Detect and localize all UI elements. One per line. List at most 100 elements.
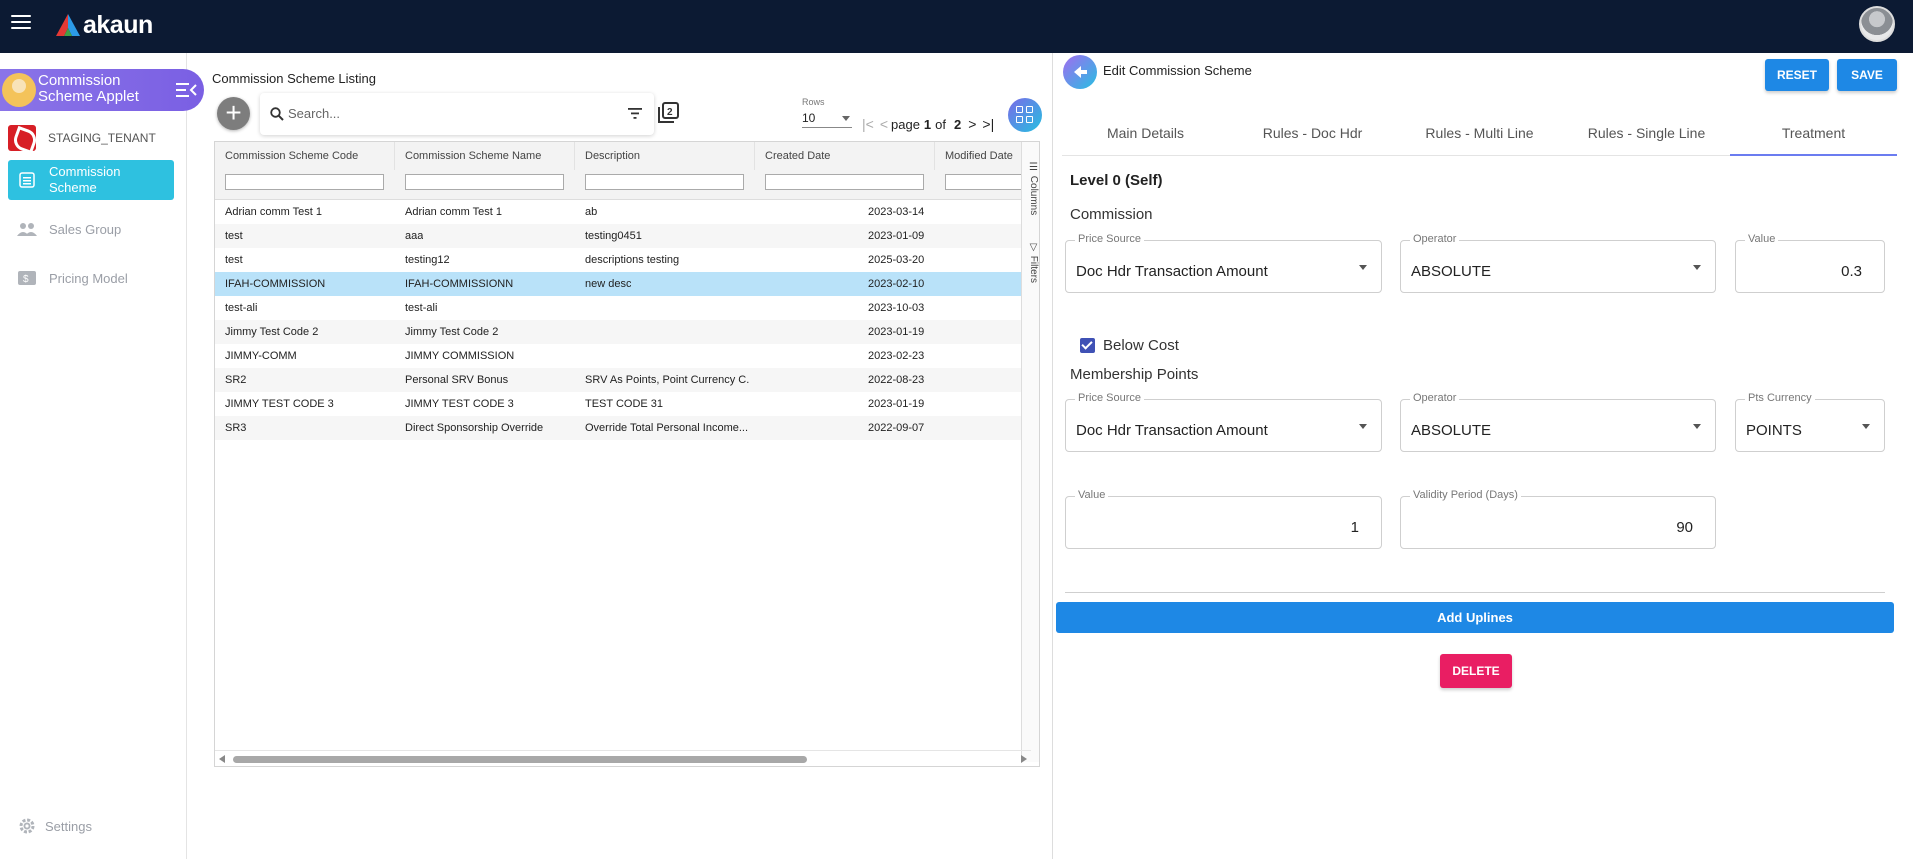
field-value: 90 bbox=[1676, 519, 1693, 536]
field-value: Doc Hdr Transaction Amount bbox=[1076, 263, 1268, 280]
table-row[interactable]: Adrian comm Test 1 Adrian comm Test 1 ab 20… bbox=[215, 200, 1031, 224]
commission-price-source-select[interactable]: Price Source Doc Hdr Transaction Amount bbox=[1065, 233, 1382, 293]
edit-panel: Edit Commission Scheme RESET SAVE Main D… bbox=[1052, 53, 1913, 859]
table-row[interactable]: test testing12 descriptions testing 2025-03… bbox=[215, 248, 1031, 272]
cell-created-date: 2023-01-19 bbox=[868, 398, 925, 410]
table-row[interactable]: JIMMY TEST CODE 3 JIMMY TEST CODE 3 TEST C… bbox=[215, 392, 1031, 416]
tenant-selector[interactable]: STAGING_TENANT bbox=[8, 125, 156, 151]
below-cost-label: Below Cost bbox=[1103, 337, 1179, 354]
divider bbox=[1065, 592, 1885, 593]
modified-date-filter-input[interactable] bbox=[945, 174, 1031, 190]
membership-price-source-select[interactable]: Price Source Doc Hdr Transaction Amount bbox=[1065, 392, 1382, 452]
scroll-left-icon[interactable] bbox=[219, 755, 225, 763]
rows-label: Rows bbox=[802, 97, 825, 107]
horizontal-scrollbar[interactable] bbox=[215, 750, 1031, 766]
tab-rules-multi-line[interactable]: Rules - Multi Line bbox=[1396, 111, 1563, 156]
add-button[interactable]: + bbox=[217, 97, 250, 130]
commission-value-field[interactable]: Value 0.3 bbox=[1735, 233, 1885, 293]
field-label: Price Source bbox=[1075, 233, 1144, 245]
table-row[interactable]: JIMMY-COMM JIMMY COMMISSION 2023-02-23 bbox=[215, 344, 1031, 368]
field-value: 1 bbox=[1350, 519, 1359, 536]
last-page-icon[interactable]: >| bbox=[982, 116, 994, 132]
copy-icon[interactable]: 2 bbox=[657, 102, 679, 124]
tab-main-details[interactable]: Main Details bbox=[1062, 111, 1229, 156]
first-page-icon[interactable]: |< bbox=[862, 116, 874, 132]
table-row[interactable]: SR2 Personal SRV Bonus SRV As Points, Poin… bbox=[215, 368, 1031, 392]
tab-treatment[interactable]: Treatment bbox=[1730, 111, 1897, 156]
svg-text:$: $ bbox=[23, 274, 29, 285]
sidebar-item-settings[interactable]: Settings bbox=[18, 817, 92, 835]
filters-side-tab[interactable]: ▽ Filters bbox=[1023, 242, 1039, 283]
add-uplines-button[interactable]: Add Uplines bbox=[1056, 602, 1894, 633]
save-button[interactable]: SAVE bbox=[1837, 59, 1897, 91]
rows-per-page-select[interactable]: 10 bbox=[802, 111, 852, 128]
column-header-code[interactable]: Commission Scheme Code bbox=[215, 142, 395, 170]
applet-icon bbox=[2, 73, 36, 107]
level-title: Level 0 (Self) bbox=[1070, 172, 1163, 189]
column-header-description[interactable]: Description bbox=[575, 142, 755, 170]
field-label: Price Source bbox=[1075, 392, 1144, 404]
field-value: ABSOLUTE bbox=[1411, 263, 1492, 280]
tenant-logo-icon bbox=[8, 125, 36, 151]
field-label: Operator bbox=[1410, 233, 1460, 245]
sidebar-item-sales-group[interactable]: Sales Group bbox=[8, 209, 174, 249]
back-arrow-icon bbox=[1074, 66, 1087, 78]
delete-button[interactable]: DELETE bbox=[1440, 654, 1512, 688]
columns-side-tab[interactable]: ☰ Columns bbox=[1023, 162, 1039, 215]
created-date-filter-input[interactable] bbox=[765, 174, 924, 190]
scroll-right-icon[interactable] bbox=[1021, 755, 1027, 763]
membership-points-heading: Membership Points bbox=[1070, 366, 1199, 383]
membership-operator-select[interactable]: Operator ABSOLUTE bbox=[1400, 392, 1716, 452]
cell-created-date: 2023-01-09 bbox=[868, 230, 925, 242]
membership-value-field[interactable]: Value 1 bbox=[1065, 489, 1382, 549]
group-icon bbox=[17, 220, 37, 238]
user-avatar[interactable] bbox=[1859, 6, 1895, 42]
next-page-icon[interactable]: > bbox=[968, 116, 976, 132]
cell-desc: Override Total Personal Income... bbox=[585, 422, 749, 434]
akaun-logo-icon bbox=[56, 14, 80, 36]
edit-tabs: Main Details Rules - Doc Hdr Rules - Mul… bbox=[1062, 111, 1897, 156]
tab-rules-single-line[interactable]: Rules - Single Line bbox=[1563, 111, 1730, 156]
sidebar-item-pricing-model[interactable]: $ Pricing Model bbox=[8, 258, 174, 298]
applet-header: Commission Scheme Applet bbox=[0, 69, 204, 111]
cell-code: Jimmy Test Code 2 bbox=[225, 326, 319, 338]
app-logo[interactable]: akaun bbox=[56, 11, 153, 39]
table-row[interactable]: test-ali test-ali 2023-10-03 bbox=[215, 296, 1031, 320]
page-word: page bbox=[891, 116, 920, 132]
grid-view-toggle-icon[interactable] bbox=[1008, 98, 1042, 132]
back-button[interactable] bbox=[1063, 55, 1097, 89]
scrollbar-thumb[interactable] bbox=[233, 756, 807, 763]
table-row[interactable]: test aaa testing0451 2023-01-09 bbox=[215, 224, 1031, 248]
table-row[interactable]: Jimmy Test Code 2 Jimmy Test Code 2 2023-0… bbox=[215, 320, 1031, 344]
reset-button[interactable]: RESET bbox=[1765, 59, 1829, 91]
filter-icon[interactable] bbox=[628, 108, 642, 119]
of-word: of bbox=[935, 116, 946, 132]
cell-code: SR2 bbox=[225, 374, 247, 386]
tab-rules-doc-hdr[interactable]: Rules - Doc Hdr bbox=[1229, 111, 1396, 156]
search-input[interactable] bbox=[288, 106, 588, 121]
cell-name: Adrian comm Test 1 bbox=[405, 206, 503, 218]
column-header-modified-date[interactable]: Modified Date bbox=[935, 142, 1031, 170]
cell-code: test bbox=[225, 254, 243, 266]
below-cost-checkbox[interactable]: Below Cost bbox=[1080, 337, 1179, 354]
validity-period-field[interactable]: Validity Period (Days) 90 bbox=[1400, 489, 1716, 549]
commission-operator-select[interactable]: Operator ABSOLUTE bbox=[1400, 233, 1716, 293]
edit-title: Edit Commission Scheme bbox=[1103, 63, 1252, 78]
column-header-name[interactable]: Commission Scheme Name bbox=[395, 142, 575, 170]
cell-name: Direct Sponsorship Override bbox=[405, 422, 544, 434]
table-row[interactable]: SR3 Direct Sponsorship Override Override T… bbox=[215, 416, 1031, 440]
sidebar-item-commission-scheme[interactable]: Commission Scheme bbox=[8, 160, 174, 200]
column-header-created-date[interactable]: Created Date bbox=[755, 142, 935, 170]
cell-created-date: 2023-02-10 bbox=[868, 278, 925, 290]
pts-currency-select[interactable]: Pts Currency POINTS bbox=[1735, 392, 1885, 452]
cell-code: JIMMY-COMM bbox=[225, 350, 297, 362]
code-filter-input[interactable] bbox=[225, 174, 384, 190]
name-filter-input[interactable] bbox=[405, 174, 564, 190]
table-row[interactable]: IFAH-COMMISSION IFAH-COMMISSIONN new desc 2… bbox=[215, 272, 1031, 296]
cell-desc: SRV As Points, Point Currency C... bbox=[585, 374, 750, 386]
settings-label: Settings bbox=[45, 818, 92, 834]
grid-side-tabs: ☰ Columns ▽ Filters bbox=[1021, 142, 1039, 762]
hamburger-menu-icon[interactable] bbox=[11, 15, 31, 31]
description-filter-input[interactable] bbox=[585, 174, 744, 190]
previous-page-icon[interactable]: < bbox=[880, 116, 888, 132]
